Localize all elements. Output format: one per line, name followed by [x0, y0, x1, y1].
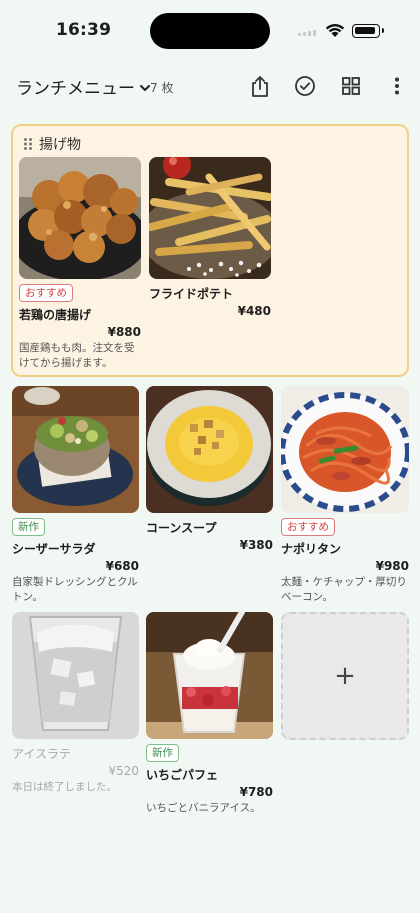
caesar-salad-photo: [12, 386, 139, 513]
karaage-photo: [19, 157, 141, 279]
menu-card-caesar-salad[interactable]: 新作 シーザーサラダ ¥680 自家製ドレッシングとクルトン。: [12, 386, 139, 605]
iced-latte-photo: [12, 612, 139, 739]
signal-icon: [298, 28, 318, 36]
item-price: ¥680: [105, 559, 139, 573]
napolitan-photo: [281, 386, 409, 513]
share-button[interactable]: [246, 72, 274, 100]
add-icon: +: [334, 661, 356, 691]
card-count: 7 枚: [150, 81, 174, 95]
item-name: 若鶏の唐揚げ: [19, 308, 92, 322]
menu-card-strawberry-parfait[interactable]: 新作 いちごパフェ ¥780 いちごとバニラアイス。: [146, 612, 273, 816]
item-price: ¥520: [108, 764, 139, 778]
item-description: 自家製ドレッシングとクルトン。: [12, 576, 138, 603]
menu-card-napolitan[interactable]: おすすめ ナポリタン ¥980 太麺・ケチャップ・厚切りベーコン。: [281, 386, 409, 605]
menu-card-iced-latte[interactable]: アイスラテ ¥520 本日は終了しました。: [12, 612, 139, 795]
item-name: フライドポテト: [149, 287, 234, 301]
status-bar: 16:39: [0, 0, 420, 62]
app-bar: ランチメニュー 7 枚: [0, 62, 420, 112]
menu-title-dropdown[interactable]: ランチメニュー: [16, 74, 151, 99]
share-icon: [252, 76, 268, 97]
badge-recommend: おすすめ: [19, 284, 73, 302]
group-fried: 揚げ物 おすすめ 若鶏の唐揚げ ¥880 国産鶏もも肉。注文を受けてから揚げます…: [11, 124, 409, 377]
check-circle-icon: [295, 76, 315, 96]
item-name: いちごパフェ: [146, 768, 219, 782]
wifi-icon: [325, 23, 345, 37]
item-price: ¥880: [107, 325, 141, 339]
item-description: 国産鶏もも肉。注文を受けてから揚げます。: [19, 342, 135, 369]
item-name: シーザーサラダ: [12, 542, 96, 556]
item-name: アイスラテ: [12, 747, 72, 761]
more-button[interactable]: [383, 72, 411, 100]
item-name: ナポリタン: [281, 542, 342, 556]
menu-card-corn-soup[interactable]: コーンスープ ¥380: [146, 386, 273, 552]
item-price: ¥780: [239, 785, 273, 799]
item-price: ¥480: [237, 304, 271, 318]
corn-soup-photo: [146, 386, 273, 513]
menu-card-karaage[interactable]: おすすめ 若鶏の唐揚げ ¥880 国産鶏もも肉。注文を受けてから揚げます。: [19, 157, 141, 371]
badge-recommend: おすすめ: [281, 518, 335, 536]
dynamic-island: [150, 13, 270, 49]
grid-view-icon: [342, 77, 360, 95]
badge-new: 新作: [12, 518, 45, 536]
grid-view-button[interactable]: [337, 72, 365, 100]
badge-new: 新作: [146, 744, 179, 762]
item-price: ¥980: [375, 559, 409, 573]
status-time: 16:39: [56, 20, 112, 40]
add-card-button[interactable]: +: [281, 612, 409, 740]
item-price: ¥380: [239, 538, 273, 552]
group-header: 揚げ物: [23, 134, 81, 154]
select-button[interactable]: [291, 72, 319, 100]
item-description: いちごとバニラアイス。: [146, 802, 261, 814]
fries-photo: [149, 157, 271, 279]
item-name: コーンスープ: [146, 521, 217, 535]
more-vert-icon: [395, 77, 399, 95]
item-description: 本日は終了しました。: [12, 781, 117, 793]
group-title: 揚げ物: [39, 137, 81, 153]
menu-card-fries[interactable]: フライドポテト ¥480: [149, 157, 271, 318]
page-title: ランチメニュー: [16, 79, 135, 99]
battery-icon: [352, 24, 384, 38]
item-description: 太麺・ケチャップ・厚切りベーコン。: [281, 576, 407, 603]
strawberry-parfait-photo: [146, 612, 273, 739]
drag-handle-icon[interactable]: [23, 137, 33, 151]
